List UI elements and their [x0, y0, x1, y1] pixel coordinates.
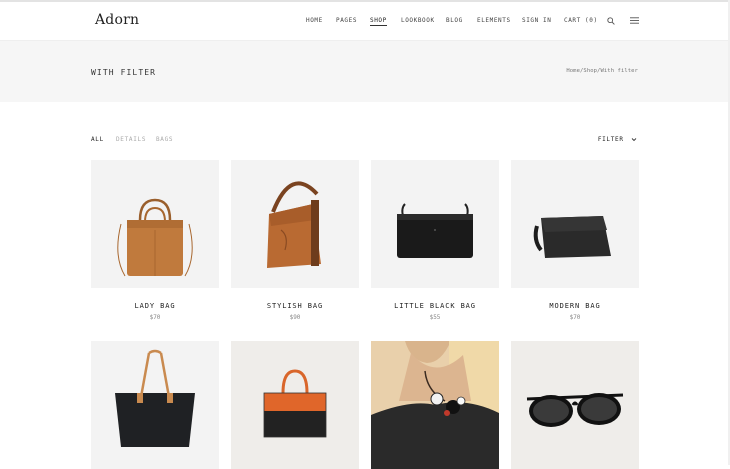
product-card [371, 341, 499, 469]
page-title: WITH FILTER [91, 68, 157, 77]
filter-tab-details[interactable]: DETAILS [116, 136, 146, 143]
filter-dropdown-label: FILTER [597, 136, 624, 143]
woman-necklace-image [371, 341, 499, 469]
product-card [231, 341, 359, 469]
product-image[interactable] [511, 341, 639, 469]
product-card: LITTLE BLACK BAG $55 [371, 160, 499, 321]
product-card: MODERN BAG $70 [511, 160, 639, 321]
black-clutch-bag-image [533, 216, 611, 258]
top-border [0, 0, 730, 2]
product-image[interactable] [231, 160, 359, 288]
filter-tab-bags[interactable]: BAGS [156, 136, 173, 143]
product-name[interactable]: LITTLE BLACK BAG [371, 302, 499, 310]
page-title-bar: WITH FILTER Home/Shop/With filter [0, 41, 730, 102]
product-image[interactable] [91, 341, 219, 469]
product-price: $70 [149, 314, 161, 321]
product-name[interactable]: MODERN BAG [511, 302, 639, 310]
filter-dropdown[interactable]: FILTER [598, 136, 637, 143]
nav-item-cart[interactable]: CART (0) [564, 17, 598, 24]
nav-item-shop[interactable]: SHOP [370, 17, 387, 26]
nav-item-elements[interactable]: ELEMENTS [477, 17, 511, 24]
nav-item-blog[interactable]: BLOG [446, 17, 463, 24]
product-price: $55 [429, 314, 441, 321]
nav-item-lookbook[interactable]: LOOKBOOK [401, 17, 435, 24]
black-crossbody-bag-image [397, 203, 473, 258]
product-card [91, 341, 219, 469]
filter-tab-all[interactable]: ALL [91, 136, 104, 143]
nav-item-home[interactable]: HOME [306, 17, 323, 24]
search-icon[interactable] [607, 17, 615, 25]
product-price: $90 [289, 314, 301, 321]
product-image[interactable] [371, 160, 499, 288]
product-image[interactable] [511, 160, 639, 288]
product-price: $70 [569, 314, 581, 321]
product-name[interactable]: LADY BAG [91, 302, 219, 310]
nav-item-pages[interactable]: PAGES [336, 17, 357, 24]
tan-tote-bag-image [117, 198, 193, 277]
product-image[interactable] [231, 341, 359, 469]
menu-icon[interactable] [630, 17, 639, 24]
product-card: STYLISH BAG $90 [231, 160, 359, 321]
main-nav: HOME PAGES SHOP LOOKBOOK BLOG ELEMENTS S… [0, 17, 730, 29]
breadcrumb[interactable]: Home/Shop/With filter [566, 68, 638, 74]
product-card [511, 341, 639, 469]
product-image[interactable] [371, 341, 499, 469]
brown-hobo-bag-image [267, 181, 321, 268]
product-card: LADY BAG $70 [91, 160, 219, 321]
orange-black-satchel-image [263, 369, 327, 438]
black-sunglasses-image [526, 393, 624, 427]
product-name[interactable]: STYLISH BAG [231, 302, 359, 310]
black-tote-bag-image [115, 349, 195, 447]
chevron-down-icon [631, 138, 637, 142]
nav-item-sign-in[interactable]: SIGN IN [522, 17, 552, 24]
product-image[interactable] [91, 160, 219, 288]
